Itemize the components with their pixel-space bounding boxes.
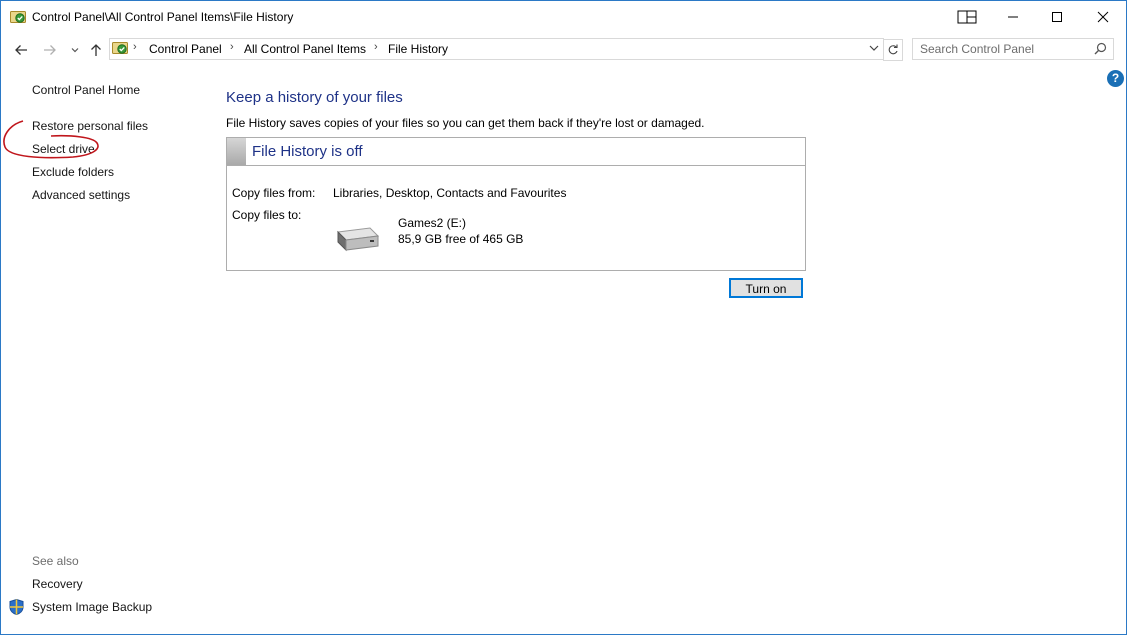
up-button[interactable]	[87, 41, 105, 59]
breadcrumb-separator[interactable]: ›	[230, 41, 234, 53]
copy-to-label: Copy files to:	[232, 208, 302, 222]
refresh-button[interactable]	[883, 39, 903, 61]
system-image-backup-link[interactable]: System Image Backup	[32, 600, 152, 614]
chevron-down-icon[interactable]	[868, 42, 880, 54]
refresh-icon	[888, 44, 898, 55]
control-panel-icon	[112, 42, 128, 54]
copy-from-label: Copy files from:	[232, 186, 316, 200]
help-icon[interactable]: ?	[1107, 70, 1124, 87]
page-description: File History saves copies of your files …	[226, 116, 705, 130]
snap-layout-button[interactable]	[944, 1, 990, 33]
page-title: Keep a history of your files	[226, 89, 403, 106]
sidebar-item-exclude-folders[interactable]: Exclude folders	[32, 165, 114, 179]
see-also-label: See also	[32, 554, 79, 568]
search-icon	[1094, 42, 1107, 55]
control-panel-home-link[interactable]: Control Panel Home	[32, 83, 140, 97]
uac-shield-icon	[9, 599, 24, 615]
breadcrumb-control-panel[interactable]: Control Panel	[149, 42, 222, 56]
status-header: File History is off	[227, 138, 805, 166]
back-button[interactable]	[12, 41, 30, 59]
drive-name: Games2 (E:)	[398, 216, 467, 230]
close-button[interactable]	[1080, 1, 1126, 33]
status-indicator	[227, 138, 246, 165]
drive-free-space: 85,9 GB free of 465 GB	[398, 232, 524, 246]
annotation-circle	[3, 120, 99, 159]
minimize-button[interactable]	[990, 1, 1036, 33]
recent-dropdown-icon	[71, 48, 79, 53]
file-history-status-panel: File History is off Copy files from: Lib…	[226, 137, 806, 271]
snap-layout-icon	[957, 10, 977, 24]
title-bar[interactable]: Control Panel\All Control Panel Items\Fi…	[1, 1, 1126, 33]
forward-button[interactable]	[41, 41, 59, 59]
address-bar[interactable]: › Control Panel › All Control Panel Item…	[109, 38, 884, 60]
close-icon	[1097, 11, 1109, 23]
maximize-icon	[1052, 12, 1062, 22]
recovery-link[interactable]: Recovery	[32, 577, 83, 591]
recent-locations-button[interactable]	[66, 41, 84, 59]
navigation-bar: › Control Panel › All Control Panel Item…	[1, 35, 1126, 65]
file-history-window: Control Panel\All Control Panel Items\Fi…	[0, 0, 1127, 635]
turn-on-button[interactable]: Turn on	[729, 278, 803, 298]
window-title: Control Panel\All Control Panel Items\Fi…	[32, 10, 294, 24]
maximize-button[interactable]	[1034, 1, 1080, 33]
status-text: File History is off	[252, 143, 363, 160]
control-panel-icon	[10, 11, 26, 23]
breadcrumb-separator[interactable]: ›	[133, 41, 137, 53]
sidebar-item-advanced-settings[interactable]: Advanced settings	[32, 188, 130, 202]
search-input[interactable]: Search Control Panel	[912, 38, 1114, 60]
copy-from-value: Libraries, Desktop, Contacts and Favouri…	[333, 186, 567, 200]
up-arrow-icon	[91, 44, 101, 56]
minimize-icon	[1008, 16, 1018, 18]
drive-icon	[336, 227, 380, 252]
breadcrumb-separator[interactable]: ›	[374, 41, 378, 53]
breadcrumb-file-history[interactable]: File History	[388, 42, 448, 56]
breadcrumb-all-items[interactable]: All Control Panel Items	[244, 42, 366, 56]
forward-arrow-icon	[44, 45, 56, 55]
search-placeholder: Search Control Panel	[920, 42, 1035, 56]
back-arrow-icon	[15, 45, 27, 55]
